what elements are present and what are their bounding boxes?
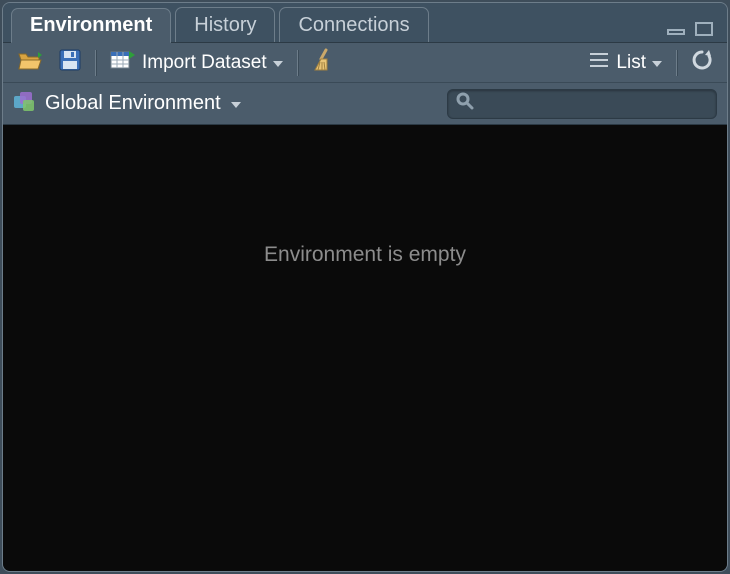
minimize-button[interactable]	[665, 20, 687, 38]
tab-connections[interactable]: Connections	[279, 7, 428, 42]
tab-connections-label: Connections	[298, 14, 409, 37]
list-icon	[588, 51, 610, 75]
chevron-down-icon	[652, 61, 662, 67]
broom-icon	[312, 48, 336, 77]
tab-history[interactable]: History	[175, 7, 275, 42]
environment-content: Environment is empty	[3, 125, 727, 571]
view-mode-label: List	[616, 52, 646, 74]
scope-bar: Global Environment	[3, 83, 727, 125]
environment-scope-icon	[13, 90, 35, 118]
refresh-button[interactable]	[687, 48, 717, 78]
save-button[interactable]	[55, 48, 85, 78]
tab-environment[interactable]: Environment	[11, 8, 171, 43]
open-button[interactable]	[13, 48, 47, 78]
window-controls	[665, 20, 719, 42]
clear-button[interactable]	[308, 48, 340, 78]
environment-scope-label: Global Environment	[45, 92, 221, 115]
search-box[interactable]	[447, 89, 717, 119]
maximize-button[interactable]	[693, 20, 715, 38]
search-input[interactable]	[480, 95, 708, 113]
tab-strip: Environment History Connections	[3, 3, 727, 43]
grid-import-icon	[110, 49, 136, 77]
toolbar-separator	[95, 50, 96, 76]
toolbar: Import Dataset	[3, 43, 727, 83]
toolbar-separator	[676, 50, 677, 76]
empty-state-message: Environment is empty	[264, 243, 466, 267]
tab-history-label: History	[194, 14, 256, 37]
tab-environment-label: Environment	[30, 14, 152, 37]
floppy-disk-icon	[59, 49, 81, 76]
chevron-down-icon	[231, 102, 241, 108]
search-icon	[456, 92, 474, 115]
view-mode-button[interactable]: List	[584, 48, 666, 78]
import-dataset-label: Import Dataset	[142, 52, 267, 74]
folder-open-icon	[17, 49, 43, 76]
toolbar-separator	[297, 50, 298, 76]
import-dataset-button[interactable]: Import Dataset	[106, 48, 287, 78]
environment-scope-dropdown[interactable]: Global Environment	[13, 90, 241, 118]
refresh-icon	[691, 49, 713, 76]
environment-panel: Environment History Connections	[2, 2, 728, 572]
chevron-down-icon	[273, 61, 283, 67]
